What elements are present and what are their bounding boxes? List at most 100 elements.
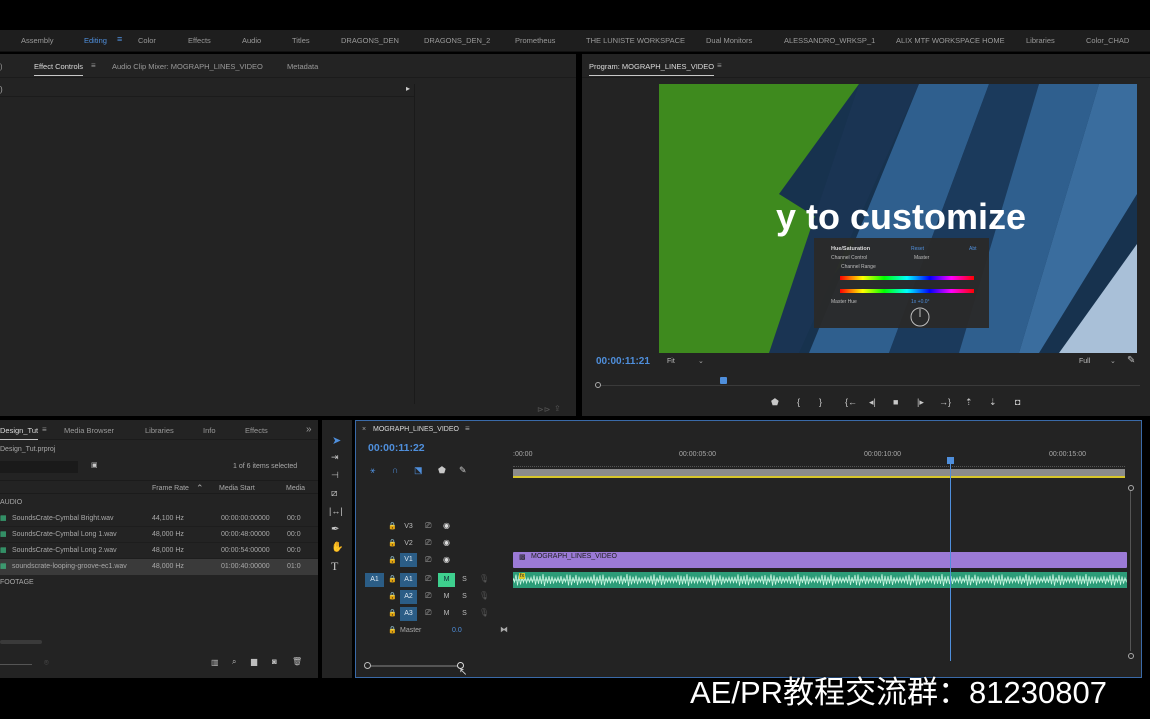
col-media[interactable]: Media: [286, 485, 305, 492]
workspace-editing[interactable]: Editing: [84, 36, 107, 45]
selection-tool-icon[interactable]: ➤: [332, 434, 341, 447]
timeline-settings-icon[interactable]: ✎: [459, 465, 467, 476]
ripple-edit-tool-icon[interactable]: ⊣: [331, 470, 339, 481]
workspace-color-chad[interactable]: Color_CHAD: [1086, 36, 1129, 45]
timeline-track-area[interactable]: :00:00 00:00:05:00 00:00:10:00 00:00:15:…: [513, 445, 1128, 661]
workspace-prometheus[interactable]: Prometheus: [515, 36, 555, 45]
panel-left-chevron[interactable]: ): [0, 62, 3, 71]
workspace-alessandro[interactable]: ALESSANDRO_WRKSP_1: [784, 36, 875, 45]
solo-a3[interactable]: S: [456, 607, 473, 621]
more-tabs-icon[interactable]: »: [306, 424, 312, 435]
timeline-timecode[interactable]: 00:00:11:22: [368, 442, 425, 454]
tab-metadata[interactable]: Metadata: [287, 62, 318, 71]
table-row[interactable]: ▦ SoundsCrate-Cymbal Bright.wav 44,100 Hz 0…: [0, 511, 318, 527]
playhead-handle[interactable]: [947, 457, 954, 464]
track-v2[interactable]: V2: [400, 537, 417, 551]
linked-selection-icon[interactable]: ⬔: [414, 465, 423, 476]
workspace-dual-monitors[interactable]: Dual Monitors: [706, 36, 752, 45]
v-scrollbar[interactable]: [1130, 491, 1131, 651]
type-tool-icon[interactable]: T: [331, 559, 338, 574]
solo-a1[interactable]: S: [456, 573, 473, 587]
sync-a3-icon[interactable]: ⎚: [425, 608, 431, 618]
v-scroll-bottom[interactable]: [1128, 653, 1134, 659]
lock-master-icon[interactable]: 🔒: [388, 626, 397, 634]
workspace-dragons-den[interactable]: DRAGONS_DEN: [341, 36, 399, 45]
eye-v1-icon[interactable]: ◉: [443, 555, 450, 564]
timeline-playhead[interactable]: [947, 457, 954, 661]
lock-a2-icon[interactable]: 🔒: [388, 592, 397, 600]
extract-icon[interactable]: ⇣: [989, 397, 997, 408]
solo-a2[interactable]: S: [456, 590, 473, 604]
table-row[interactable]: ▦ SoundsCrate-Cymbal Long 1.wav 48,000 Hz 0…: [0, 527, 318, 543]
new-bin-from-search-icon[interactable]: ▣: [91, 461, 98, 469]
program-video-frame[interactable]: y to customize Hue/Saturation Reset Abt …: [659, 84, 1137, 353]
tab-media-browser[interactable]: Media Browser: [64, 426, 114, 435]
workspace-assembly[interactable]: Assembly: [21, 36, 54, 45]
lock-v2-icon[interactable]: 🔒: [388, 539, 397, 547]
tab-info[interactable]: Info: [203, 426, 216, 435]
add-marker-icon[interactable]: ⬟: [771, 397, 779, 408]
sync-a1-icon[interactable]: ⎚: [425, 574, 431, 584]
bin-footage[interactable]: FOOTAGE: [0, 579, 34, 586]
mute-a2[interactable]: M: [438, 590, 455, 604]
workspace-libraries[interactable]: Libraries: [1026, 36, 1055, 45]
new-bin-icon[interactable]: ▆: [251, 657, 257, 666]
nest-icon[interactable]: ⚹: [370, 465, 375, 476]
eye-v2-icon[interactable]: ◉: [443, 538, 450, 547]
tab-effect-controls[interactable]: Effect Controls: [34, 62, 84, 76]
zoom-chevron-icon[interactable]: ⌄: [698, 357, 704, 365]
track-a3[interactable]: A3: [400, 607, 417, 621]
zoom-handle-left[interactable]: [364, 662, 371, 669]
step-forward-icon[interactable]: |▸: [917, 397, 924, 408]
workspace-alix[interactable]: ALIX MTF WORKSPACE HOME: [896, 36, 1005, 45]
lock-a1-icon[interactable]: 🔒: [388, 575, 397, 583]
col-media-start[interactable]: Media Start: [219, 485, 255, 492]
mute-a1[interactable]: M: [438, 573, 455, 587]
eye-v3-icon[interactable]: ◉: [443, 521, 450, 530]
lock-v1-icon[interactable]: 🔒: [388, 556, 397, 564]
project-search-input[interactable]: [0, 461, 78, 473]
timeline-zoom-scrollbar[interactable]: [364, 662, 464, 670]
work-area-bar[interactable]: [513, 469, 1125, 478]
program-monitor-title[interactable]: Program: MOGRAPH_LINES_VIDEO: [589, 62, 715, 76]
collapse-chevron-icon[interactable]: ): [0, 85, 3, 94]
workspace-luniste[interactable]: THE LUNISTE WORKSPACE: [586, 36, 685, 45]
col-frame-rate[interactable]: Frame Rate: [152, 485, 189, 492]
quality-select[interactable]: Full: [1079, 358, 1090, 365]
audio-clip[interactable]: fx: [513, 572, 1127, 588]
tab-audio-clip-mixer[interactable]: Audio Clip Mixer: MOGRAPH_LINES_VIDEO: [112, 62, 263, 71]
filter-icon[interactable]: ⊳⊳: [537, 405, 550, 414]
automate-icon[interactable]: ⌾: [44, 658, 49, 668]
v-scroll-top[interactable]: [1128, 485, 1134, 491]
tab-project[interactable]: Design_Tut: [0, 426, 39, 440]
automate-sequence-icon[interactable]: ▥: [211, 658, 219, 667]
go-to-out-icon[interactable]: →}: [939, 397, 951, 407]
workspace-effects[interactable]: Effects: [188, 36, 211, 45]
mark-out-icon[interactable]: }: [819, 397, 822, 407]
track-select-tool-icon[interactable]: ⇥: [331, 452, 339, 463]
workspace-titles[interactable]: Titles: [292, 36, 310, 45]
clear-icon[interactable]: 🗑: [292, 657, 302, 666]
pen-tool-icon[interactable]: ✒: [331, 524, 339, 535]
workspace-audio[interactable]: Audio: [242, 36, 261, 45]
tab-sequence[interactable]: MOGRAPH_LINES_VIDEO: [373, 426, 459, 433]
mute-a3[interactable]: M: [438, 607, 455, 621]
table-row[interactable]: ▦ SoundsCrate-Cymbal Long 2.wav 48,000 Hz 0…: [0, 543, 318, 559]
panel-menu-icon[interactable]: ≡: [91, 61, 96, 70]
workspace-dragons-den-2[interactable]: DRAGONS_DEN_2: [424, 36, 490, 45]
sync-v3-icon[interactable]: ⎚: [425, 521, 431, 531]
track-v3[interactable]: V3: [400, 520, 417, 534]
lock-v3-icon[interactable]: 🔒: [388, 522, 397, 530]
program-scrub-bar[interactable]: [595, 377, 1140, 389]
stop-icon[interactable]: ■: [893, 397, 898, 407]
hand-tool-icon[interactable]: ✋: [331, 542, 343, 553]
step-back-icon[interactable]: ◂|: [869, 397, 876, 408]
settings-wrench-icon[interactable]: ✎: [1127, 355, 1135, 366]
bin-audio[interactable]: AUDIO: [0, 499, 22, 506]
source-patch-a1[interactable]: A1: [365, 573, 384, 587]
project-menu-icon[interactable]: ≡: [42, 425, 47, 434]
mic-a2-icon[interactable]: 🎙: [479, 591, 489, 600]
workspace-color[interactable]: Color: [138, 36, 156, 45]
zoom-slider[interactable]: [0, 664, 32, 665]
find-icon[interactable]: ⌕: [232, 657, 236, 667]
